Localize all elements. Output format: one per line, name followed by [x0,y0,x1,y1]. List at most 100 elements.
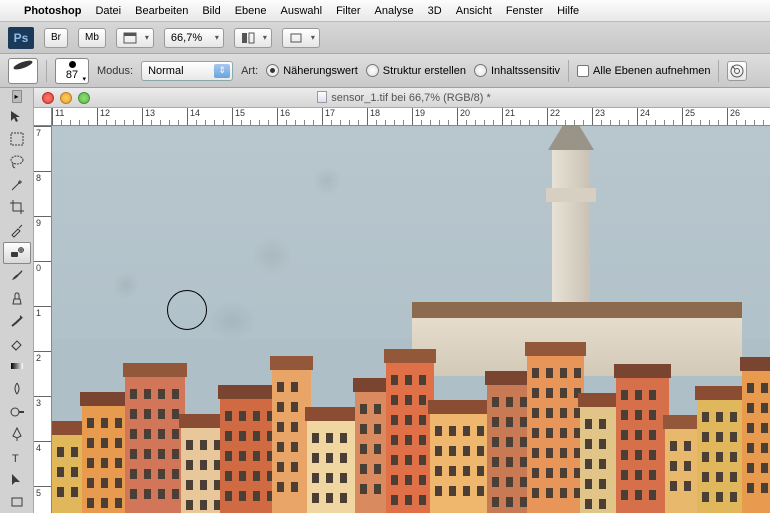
ruler-tick: 21 [502,108,515,125]
radio-icon [266,64,279,77]
eraser-tool[interactable] [3,333,31,355]
ruler-tick: 11 [52,108,64,125]
image-building [527,354,584,513]
gradient-tool[interactable] [3,355,31,377]
ruler-tick: 26 [727,108,740,125]
brush-tool[interactable] [3,265,31,287]
radio-label: Inhaltssensitiv [491,65,560,77]
panel-grip-icon[interactable]: ▸ [12,90,22,103]
ruler-tick: 16 [277,108,290,125]
arrange-documents-dropdown[interactable] [234,28,272,48]
move-tool[interactable] [3,106,31,128]
modus-label: Modus: [97,65,133,77]
menu-analyse[interactable]: Analyse [375,5,414,17]
radio-label: Näherungswert [283,65,358,77]
app-menu[interactable]: Photoshop [24,5,81,17]
menu-ansicht[interactable]: Ansicht [456,5,492,17]
ruler-tick: 14 [187,108,200,125]
image-building [697,398,746,513]
sensor-dust-spot [312,166,342,196]
menu-fenster[interactable]: Fenster [506,5,543,17]
image-building [430,412,491,513]
screen-mode-dropdown[interactable] [116,28,154,48]
brush-size-value: 87 [66,70,78,81]
ruler-tick: 12 [97,108,110,125]
menu-auswahl[interactable]: Auswahl [281,5,323,17]
brush-picker[interactable]: 87 [55,58,89,84]
rectangle-tool[interactable] [3,491,31,513]
ruler-tick: 4 [34,441,51,453]
dodge-tool[interactable] [3,401,31,423]
ruler-vertical[interactable]: 789012345 [34,126,52,513]
image-building [82,404,129,513]
close-window-button[interactable] [42,92,54,104]
spot-healing-brush-tool[interactable] [3,242,31,264]
image-houses [52,333,770,513]
image-building [181,426,224,513]
minibridge-button[interactable]: Mb [78,28,106,48]
menu-datei[interactable]: Datei [95,5,121,17]
pressure-toggle-button[interactable] [727,61,747,81]
history-brush-tool[interactable] [3,310,31,332]
bridge-button[interactable]: Br [44,28,68,48]
type-tool[interactable]: T [3,446,31,468]
menu-filter[interactable]: Filter [336,5,360,17]
sensor-dust-spot [252,236,292,276]
ruler-tick: 0 [34,261,51,273]
image-building [125,375,185,513]
tools-panel: ▸ T [0,88,34,513]
canvas[interactable] [52,126,770,513]
radio-naeherungswert[interactable]: Näherungswert [266,64,358,77]
ruler-tick: 7 [34,126,51,138]
separator [568,60,569,82]
modus-value: Normal [148,65,183,77]
pen-tool[interactable] [3,423,31,445]
ruler-origin[interactable] [34,108,52,126]
ruler-tick: 13 [142,108,155,125]
lasso-tool[interactable] [3,151,31,173]
ruler-tick: 1 [34,306,51,318]
magic-wand-tool[interactable] [3,174,31,196]
traffic-lights [34,92,98,104]
marquee-tool[interactable] [3,128,31,150]
minimize-window-button[interactable] [60,92,72,104]
ruler-tick: 2 [34,351,51,363]
document-icon [317,91,327,103]
radio-inhaltssensitiv[interactable]: Inhaltssensitiv [474,64,560,77]
screen-dropdown[interactable] [282,28,320,48]
radio-struktur-erstellen[interactable]: Struktur erstellen [366,64,466,77]
zoom-level-dropdown[interactable]: 66,7% [164,28,224,48]
mac-menubar: Photoshop Datei Bearbeiten Bild Ebene Au… [0,0,770,22]
menu-bild[interactable]: Bild [202,5,220,17]
ruler-tick: 19 [412,108,425,125]
menu-bearbeiten[interactable]: Bearbeiten [135,5,188,17]
ruler-tick: 9 [34,216,51,228]
ruler-tick: 24 [637,108,650,125]
ruler-tick: 15 [232,108,245,125]
photoshop-logo-icon: Ps [8,27,34,49]
crop-tool[interactable] [3,196,31,218]
radio-label: Struktur erstellen [383,65,466,77]
blur-tool[interactable] [3,378,31,400]
window-titlebar[interactable]: sensor_1.tif bei 66,7% (RGB/8) * [34,88,770,108]
ruler-tick: 20 [457,108,470,125]
sample-all-layers-checkbox[interactable]: Alle Ebenen aufnehmen [577,65,710,77]
menu-ebene[interactable]: Ebene [235,5,267,17]
ruler-tick: 25 [682,108,695,125]
menu-3d[interactable]: 3D [428,5,442,17]
ruler-horizontal[interactable]: 11121314151617181920212223242526 [52,108,770,126]
eyedropper-tool[interactable] [3,219,31,241]
ruler-tick: 22 [547,108,560,125]
clone-stamp-tool[interactable] [3,287,31,309]
zoom-window-button[interactable] [78,92,90,104]
art-label: Art: [241,65,258,77]
tool-preset-picker[interactable] [8,58,38,84]
image-building [52,433,86,513]
workspace: ▸ T sensor_1.tif bei 66,7% (RGB/8) * 1 [0,88,770,513]
ruler-tick: 17 [322,108,335,125]
ruler-tick: 8 [34,171,51,183]
radio-icon [474,64,487,77]
menu-hilfe[interactable]: Hilfe [557,5,579,17]
path-selection-tool[interactable] [3,469,31,491]
modus-select[interactable]: Normal [141,61,233,81]
